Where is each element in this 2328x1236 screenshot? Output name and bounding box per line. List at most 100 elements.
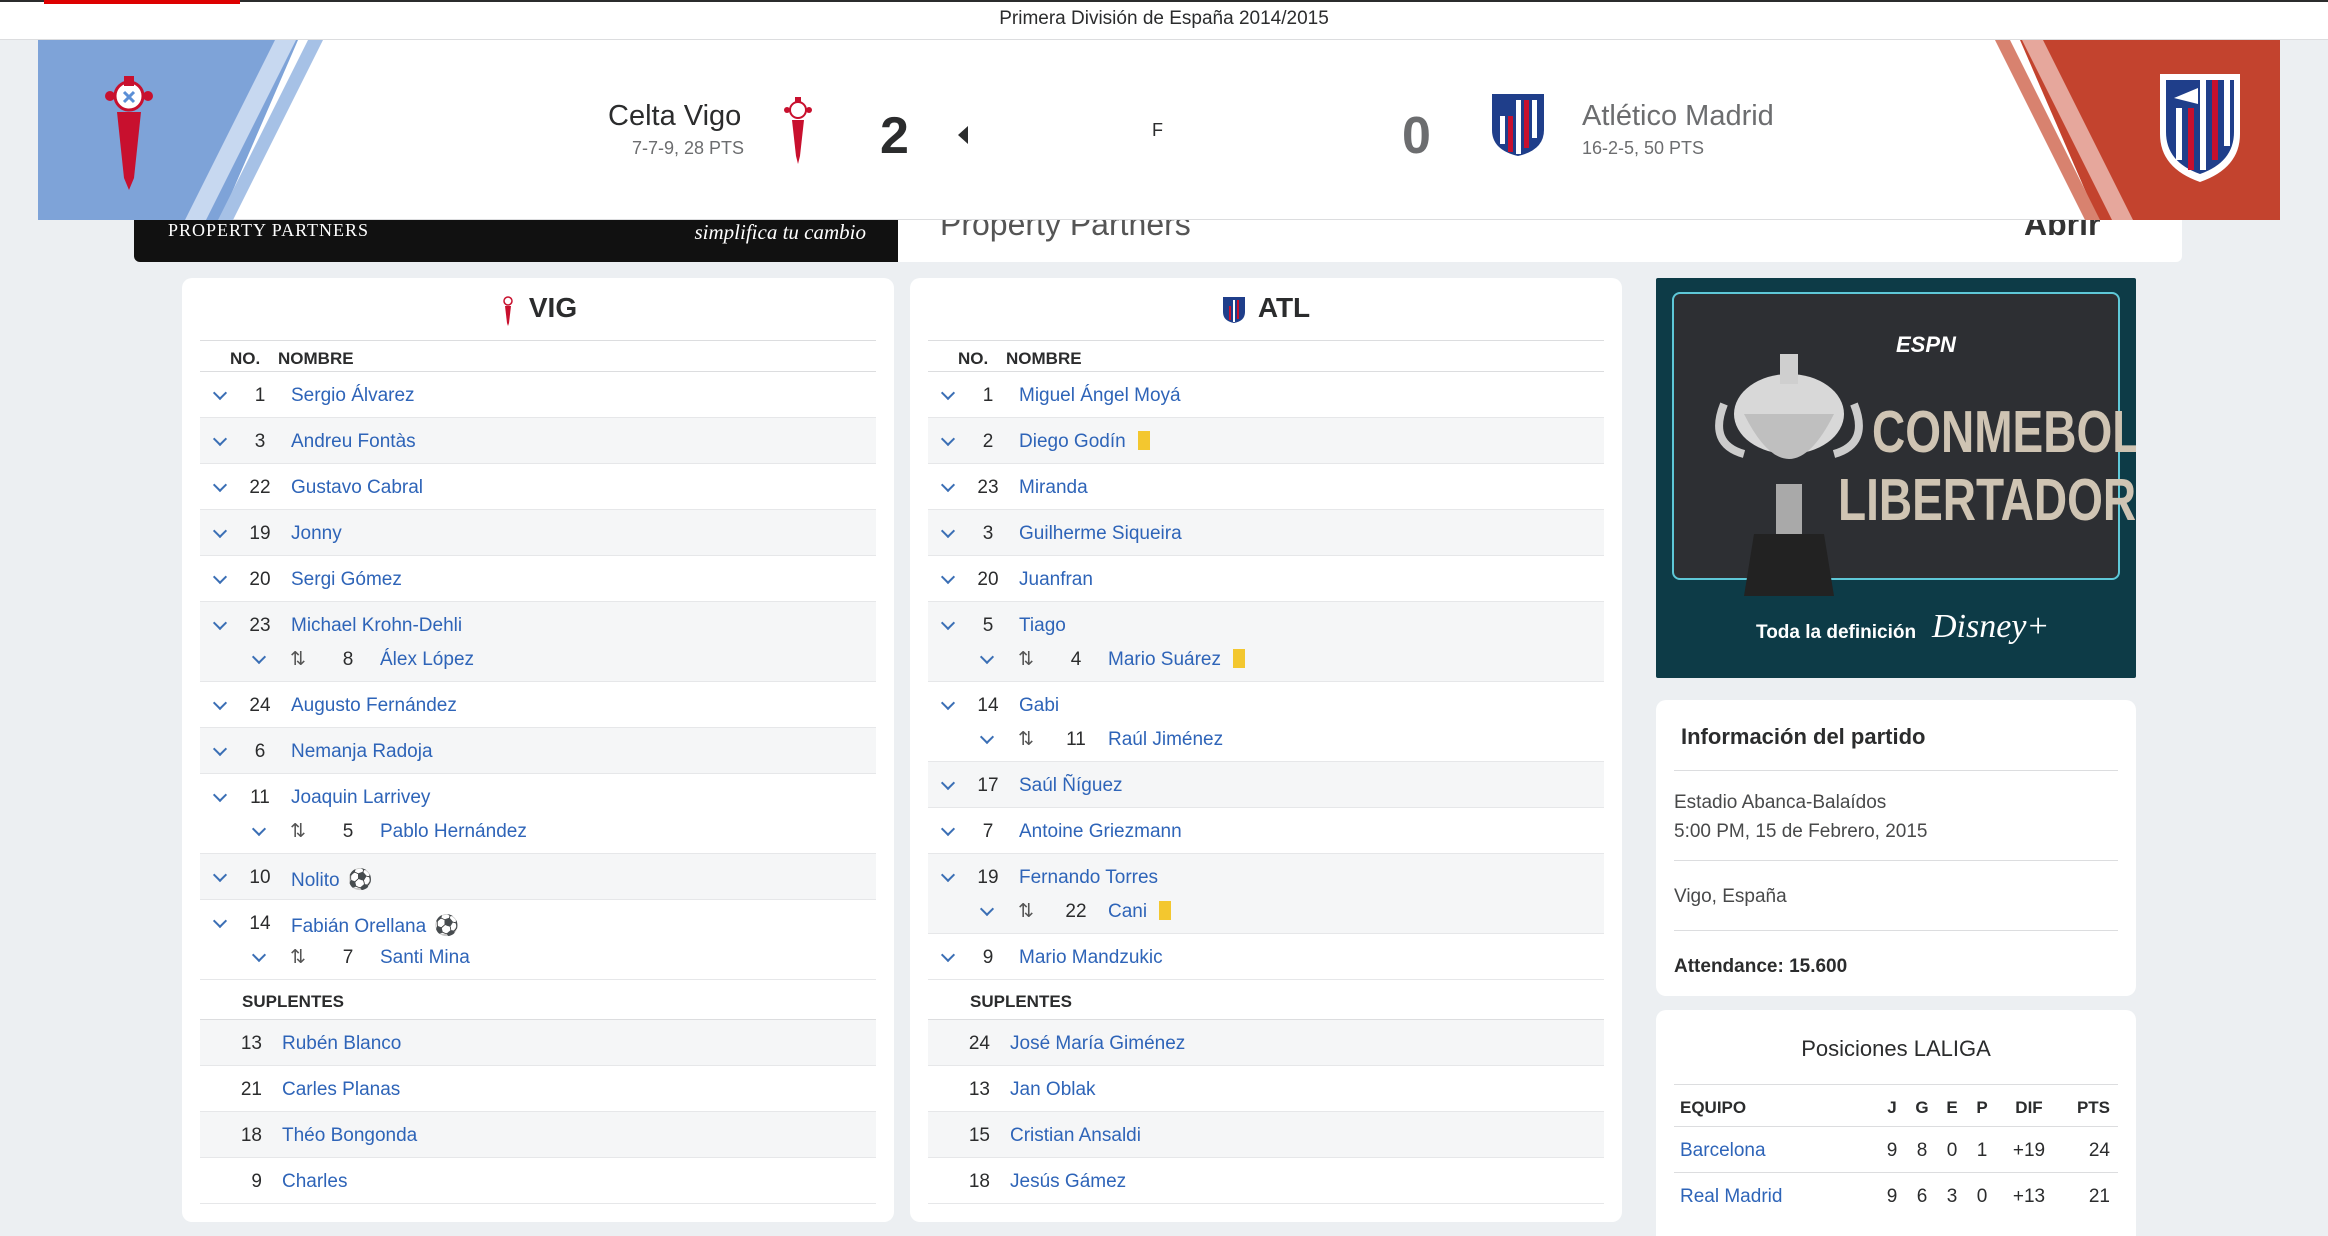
player-name[interactable]: Sergi Gómez: [291, 569, 402, 591]
player-name-text[interactable]: Antoine Griezmann: [1019, 821, 1182, 842]
chevron-down-icon[interactable]: [213, 480, 227, 494]
player-name-text[interactable]: Gabi: [1019, 695, 1059, 716]
player-name[interactable]: Diego Godín: [1019, 431, 1150, 453]
player-name-text[interactable]: Nemanja Radoja: [291, 741, 433, 762]
player-name[interactable]: Juanfran: [1019, 569, 1093, 591]
chevron-down-icon[interactable]: [980, 652, 994, 666]
player-name-text[interactable]: Fernando Torres: [1019, 867, 1158, 888]
chevron-down-icon[interactable]: [941, 480, 955, 494]
chevron-down-icon[interactable]: [213, 744, 227, 758]
chevron-down-icon[interactable]: [213, 790, 227, 804]
player-name[interactable]: José María Giménez: [1010, 1033, 1185, 1055]
chevron-down-icon[interactable]: [213, 434, 227, 448]
chevron-down-icon[interactable]: [213, 916, 227, 930]
chevron-down-icon[interactable]: [252, 950, 266, 964]
player-name-text[interactable]: Sergio Álvarez: [291, 385, 415, 406]
chevron-down-icon[interactable]: [941, 618, 955, 632]
sub-player-name[interactable]: Álex López: [380, 649, 474, 671]
standings-team-link[interactable]: Real Madrid: [1680, 1186, 1782, 1208]
chevron-down-icon[interactable]: [941, 778, 955, 792]
promo-ad[interactable]: ESPN CONMEBOL LIBERTADORES Toda la defin…: [1656, 278, 2136, 678]
sub-player-name[interactable]: Raúl Jiménez: [1108, 729, 1223, 751]
player-name-text[interactable]: Augusto Fernández: [291, 695, 457, 716]
player-name[interactable]: Cristian Ansaldi: [1010, 1125, 1141, 1147]
player-name-text[interactable]: Andreu Fontàs: [291, 431, 416, 452]
chevron-down-icon[interactable]: [941, 950, 955, 964]
sub-player-name[interactable]: Mario Suárez: [1108, 649, 1245, 671]
sub-player-name-text[interactable]: Pablo Hernández: [380, 821, 527, 842]
player-name[interactable]: Antoine Griezmann: [1019, 821, 1182, 843]
chevron-down-icon[interactable]: [252, 652, 266, 666]
chevron-down-icon[interactable]: [980, 732, 994, 746]
player-name[interactable]: Tiago: [1019, 615, 1066, 637]
player-name-text[interactable]: Sergi Gómez: [291, 569, 402, 590]
player-name[interactable]: Théo Bongonda: [282, 1125, 417, 1147]
sub-player-name-text[interactable]: Raúl Jiménez: [1108, 729, 1223, 750]
player-name-text[interactable]: Fabián Orellana: [291, 916, 426, 937]
player-name-text[interactable]: Michael Krohn-Dehli: [291, 615, 462, 636]
ad-cta[interactable]: Abrir: [2024, 220, 2100, 243]
away-team-name[interactable]: Atlético Madrid: [1582, 100, 1774, 133]
player-name[interactable]: Carles Planas: [282, 1079, 400, 1101]
player-name[interactable]: Andreu Fontàs: [291, 431, 416, 453]
player-name[interactable]: Miranda: [1019, 477, 1088, 499]
ad-black-panel[interactable]: PROPERTY PARTNERS simplifica tu cambio: [134, 220, 898, 262]
chevron-down-icon[interactable]: [941, 434, 955, 448]
player-name[interactable]: Charles: [282, 1171, 347, 1193]
player-name-text[interactable]: Joaquin Larrivey: [291, 787, 430, 808]
player-name[interactable]: Guilherme Siqueira: [1019, 523, 1182, 545]
chevron-down-icon[interactable]: [941, 388, 955, 402]
chevron-down-icon[interactable]: [213, 870, 227, 884]
player-name[interactable]: Jesús Gámez: [1010, 1171, 1126, 1193]
chevron-down-icon[interactable]: [213, 388, 227, 402]
player-name-text[interactable]: Saúl Ñíguez: [1019, 775, 1123, 796]
player-name[interactable]: Nemanja Radoja: [291, 741, 433, 763]
player-name[interactable]: Saúl Ñíguez: [1019, 775, 1123, 797]
chevron-down-icon[interactable]: [213, 698, 227, 712]
chevron-down-icon[interactable]: [213, 526, 227, 540]
ad-banner[interactable]: PROPERTY PARTNERS simplifica tu cambio P…: [134, 220, 2182, 262]
sub-player-name-text[interactable]: Santi Mina: [380, 947, 470, 968]
player-name[interactable]: Fernando Torres: [1019, 867, 1158, 889]
chevron-down-icon[interactable]: [252, 824, 266, 838]
player-name[interactable]: Jonny: [291, 523, 342, 545]
player-name-text[interactable]: Miranda: [1019, 477, 1088, 498]
sub-player-name-text[interactable]: Cani: [1108, 901, 1147, 922]
chevron-down-icon[interactable]: [213, 618, 227, 632]
player-name[interactable]: Gabi: [1019, 695, 1059, 717]
player-name-text[interactable]: Diego Godín: [1019, 431, 1126, 452]
player-name[interactable]: Miguel Ángel Moyá: [1019, 385, 1181, 407]
chevron-down-icon[interactable]: [980, 904, 994, 918]
player-name[interactable]: Joaquin Larrivey: [291, 787, 430, 809]
home-team-name[interactable]: Celta Vigo: [608, 100, 741, 133]
sub-player-name[interactable]: Cani: [1108, 901, 1172, 923]
player-name[interactable]: Augusto Fernández: [291, 695, 457, 717]
player-name-text[interactable]: Juanfran: [1019, 569, 1093, 590]
chevron-down-icon[interactable]: [941, 870, 955, 884]
player-name[interactable]: Michael Krohn-Dehli: [291, 615, 462, 637]
chevron-down-icon[interactable]: [941, 698, 955, 712]
player-name[interactable]: Fabián Orellana ⚽: [291, 913, 459, 938]
player-name-text[interactable]: Guilherme Siqueira: [1019, 523, 1182, 544]
player-name[interactable]: Mario Mandzukic: [1019, 947, 1163, 969]
chevron-down-icon[interactable]: [941, 572, 955, 586]
sub-player-name-text[interactable]: Álex López: [380, 649, 474, 670]
chevron-down-icon[interactable]: [213, 572, 227, 586]
player-name-text[interactable]: Nolito: [291, 870, 340, 891]
sub-player-name[interactable]: Pablo Hernández: [380, 821, 527, 843]
sub-player-name[interactable]: Santi Mina: [380, 947, 470, 969]
player-name-text[interactable]: Mario Mandzukic: [1019, 947, 1163, 968]
player-name-text[interactable]: Miguel Ángel Moyá: [1019, 385, 1181, 406]
chevron-down-icon[interactable]: [941, 824, 955, 838]
player-name[interactable]: Sergio Álvarez: [291, 385, 415, 407]
player-name-text[interactable]: Gustavo Cabral: [291, 477, 423, 498]
chevron-down-icon[interactable]: [941, 526, 955, 540]
sub-player-name-text[interactable]: Mario Suárez: [1108, 649, 1221, 670]
player-name[interactable]: Nolito ⚽: [291, 867, 372, 892]
standings-team-link[interactable]: Barcelona: [1680, 1140, 1766, 1162]
player-name[interactable]: Gustavo Cabral: [291, 477, 423, 499]
player-name-text[interactable]: Jonny: [291, 523, 342, 544]
player-name[interactable]: Rubén Blanco: [282, 1033, 401, 1055]
player-name-text[interactable]: Tiago: [1019, 615, 1066, 636]
player-name[interactable]: Jan Oblak: [1010, 1079, 1096, 1101]
